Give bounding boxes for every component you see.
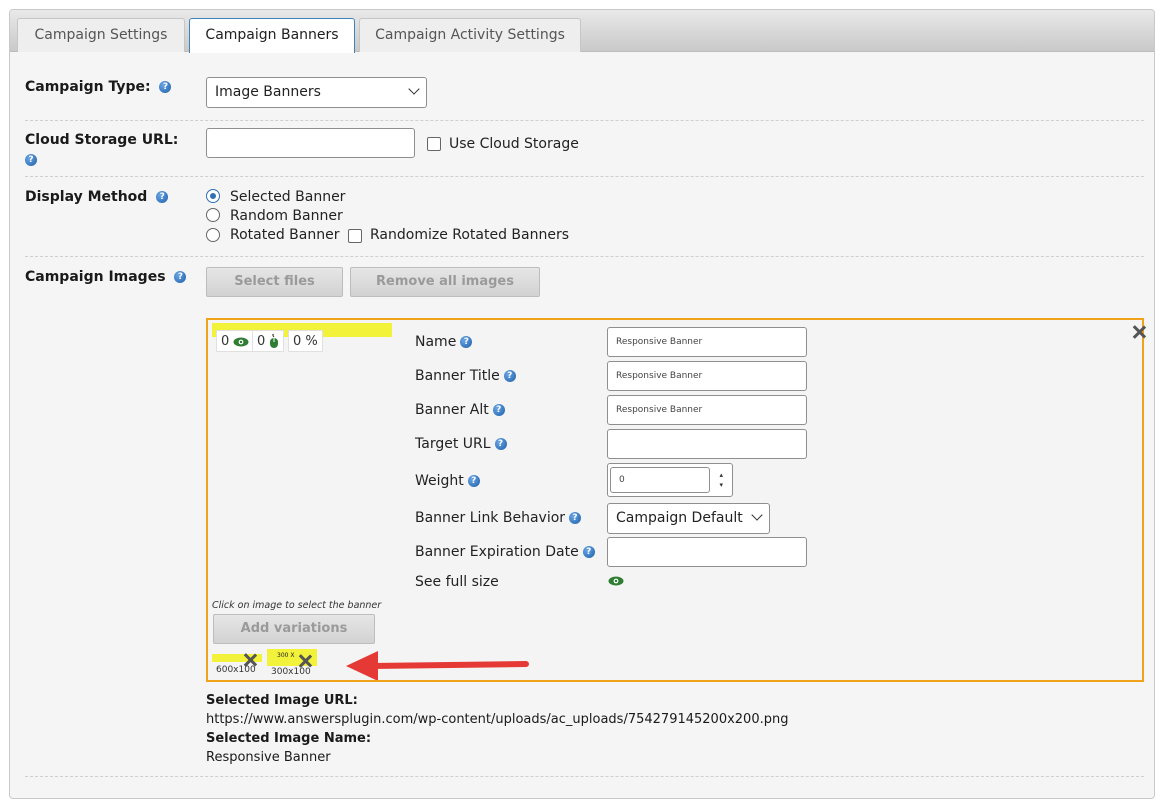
use-cloud-storage-label: Use Cloud Storage: [449, 136, 579, 152]
eye-icon[interactable]: [608, 576, 624, 586]
stepper-arrows-icon[interactable]: ▴ ▾: [719, 470, 723, 490]
name-label: Name?: [415, 334, 473, 350]
help-icon[interactable]: ?: [467, 475, 480, 487]
campaign-type-select[interactable]: Image Banners: [206, 77, 427, 108]
radio-selected-banner-label: Selected Banner: [230, 189, 346, 205]
weight-input[interactable]: 0: [610, 467, 710, 493]
ctr-stat: 0 %: [288, 330, 323, 352]
randomize-rotated-label: Randomize Rotated Banners: [370, 227, 570, 243]
cloud-storage-label: Cloud Storage URL: ?: [25, 130, 195, 170]
views-count: 0: [221, 334, 230, 349]
help-icon[interactable]: ?: [492, 404, 505, 416]
radio-random-banner-label: Random Banner: [230, 208, 343, 224]
banner-expiration-input[interactable]: [607, 537, 807, 567]
divider: [25, 256, 1144, 257]
divider: [25, 120, 1144, 121]
cloud-storage-label-text: Cloud Storage URL:: [25, 132, 179, 148]
views-stat: 0: [216, 330, 255, 352]
banner-editor: 0 0 0 % Click on image to select the ban…: [206, 318, 1144, 682]
select-files-button[interactable]: Select files: [206, 267, 343, 297]
tab-campaign-banners[interactable]: Campaign Banners: [189, 18, 355, 53]
chevron-down-icon: [408, 83, 420, 95]
target-url-input[interactable]: [607, 429, 807, 459]
help-icon[interactable]: ?: [503, 370, 516, 382]
radio-random-banner[interactable]: [206, 208, 220, 222]
help-icon[interactable]: ?: [174, 271, 187, 283]
campaign-type-value: Image Banners: [215, 84, 321, 100]
thumbnail-caption: 600x100: [216, 665, 256, 675]
settings-panel: Campaign Settings Campaign Banners Campa…: [9, 9, 1155, 799]
help-icon[interactable]: ?: [582, 546, 595, 558]
banner-link-behavior-value: Campaign Default: [616, 510, 743, 526]
see-full-size-label: See full size: [415, 574, 499, 590]
campaign-type-label-text: Campaign Type:: [25, 79, 151, 95]
clicks-count: 0: [257, 334, 266, 349]
help-icon[interactable]: ?: [25, 154, 37, 166]
chevron-down-icon: [751, 509, 763, 521]
radio-selected-banner[interactable]: [206, 189, 220, 203]
tab-campaign-settings[interactable]: Campaign Settings: [17, 18, 185, 52]
display-method-label-text: Display Method: [25, 189, 148, 205]
banner-title-label-text: Banner Title: [415, 368, 500, 384]
remove-thumbnail-icon[interactable]: [298, 654, 312, 668]
clicks-stat: 0: [252, 330, 285, 352]
thumbnail-text: 300 X: [277, 652, 295, 659]
help-icon[interactable]: ?: [494, 438, 507, 450]
banner-expiration-label-text: Banner Expiration Date: [415, 544, 579, 560]
divider: [25, 176, 1144, 177]
eye-icon: [233, 337, 249, 346]
banner-name-input[interactable]: Responsive Banner: [607, 327, 807, 357]
target-url-label-text: Target URL: [415, 436, 491, 452]
campaign-images-label: Campaign Images ?: [25, 269, 187, 285]
banner-title-label: Banner Title?: [415, 368, 516, 384]
divider: [25, 776, 1144, 777]
close-icon[interactable]: [1132, 325, 1148, 341]
thumbnail-caption: 300x100: [271, 667, 311, 677]
banner-alt-label: Banner Alt?: [415, 402, 505, 418]
selected-image-name: Responsive Banner: [206, 750, 331, 765]
banner-alt-input[interactable]: Responsive Banner: [607, 395, 807, 425]
tab-campaign-activity-settings[interactable]: Campaign Activity Settings: [359, 18, 581, 52]
target-url-label: Target URL?: [415, 436, 507, 452]
banner-alt-label-text: Banner Alt: [415, 402, 489, 418]
selected-image-url-label: Selected Image URL:: [206, 693, 358, 708]
display-method-label: Display Method ?: [25, 189, 169, 205]
banner-title-input[interactable]: Responsive Banner: [607, 361, 807, 391]
help-icon[interactable]: ?: [460, 336, 473, 348]
mouse-icon: [270, 333, 279, 348]
banner-link-behavior-label-text: Banner Link Behavior: [415, 510, 566, 526]
arrow-annotation-icon: [346, 651, 529, 680]
use-cloud-storage-checkbox[interactable]: [427, 137, 441, 151]
selected-image-url: https://www.answersplugin.com/wp-content…: [206, 712, 789, 727]
tab-bar: Campaign Settings Campaign Banners Campa…: [10, 10, 1154, 53]
randomize-rotated-checkbox[interactable]: [348, 229, 362, 243]
help-icon[interactable]: ?: [159, 81, 172, 93]
weight-label-text: Weight: [415, 473, 464, 489]
selected-image-name-label: Selected Image Name:: [206, 731, 372, 746]
cloud-storage-url-input[interactable]: [206, 128, 415, 158]
weight-label: Weight?: [415, 473, 480, 489]
campaign-images-label-text: Campaign Images: [25, 269, 166, 285]
tab-content: Campaign Type: ? Image Banners Cloud Sto…: [10, 52, 1154, 798]
help-icon[interactable]: ?: [569, 512, 582, 524]
help-icon[interactable]: ?: [156, 191, 169, 203]
weight-stepper[interactable]: 0 ▴ ▾: [607, 463, 733, 497]
banner-link-behavior-label: Banner Link Behavior?: [415, 510, 582, 526]
banner-expiration-label: Banner Expiration Date?: [415, 544, 595, 560]
campaign-type-label: Campaign Type: ?: [25, 79, 172, 95]
radio-rotated-banner-label: Rotated Banner: [230, 227, 340, 243]
radio-rotated-banner[interactable]: [206, 228, 220, 242]
name-label-text: Name: [415, 334, 457, 350]
remove-all-images-button[interactable]: Remove all images: [350, 267, 540, 297]
banner-link-behavior-select[interactable]: Campaign Default: [607, 503, 770, 534]
select-banner-hint: Click on image to select the banner: [212, 600, 382, 611]
